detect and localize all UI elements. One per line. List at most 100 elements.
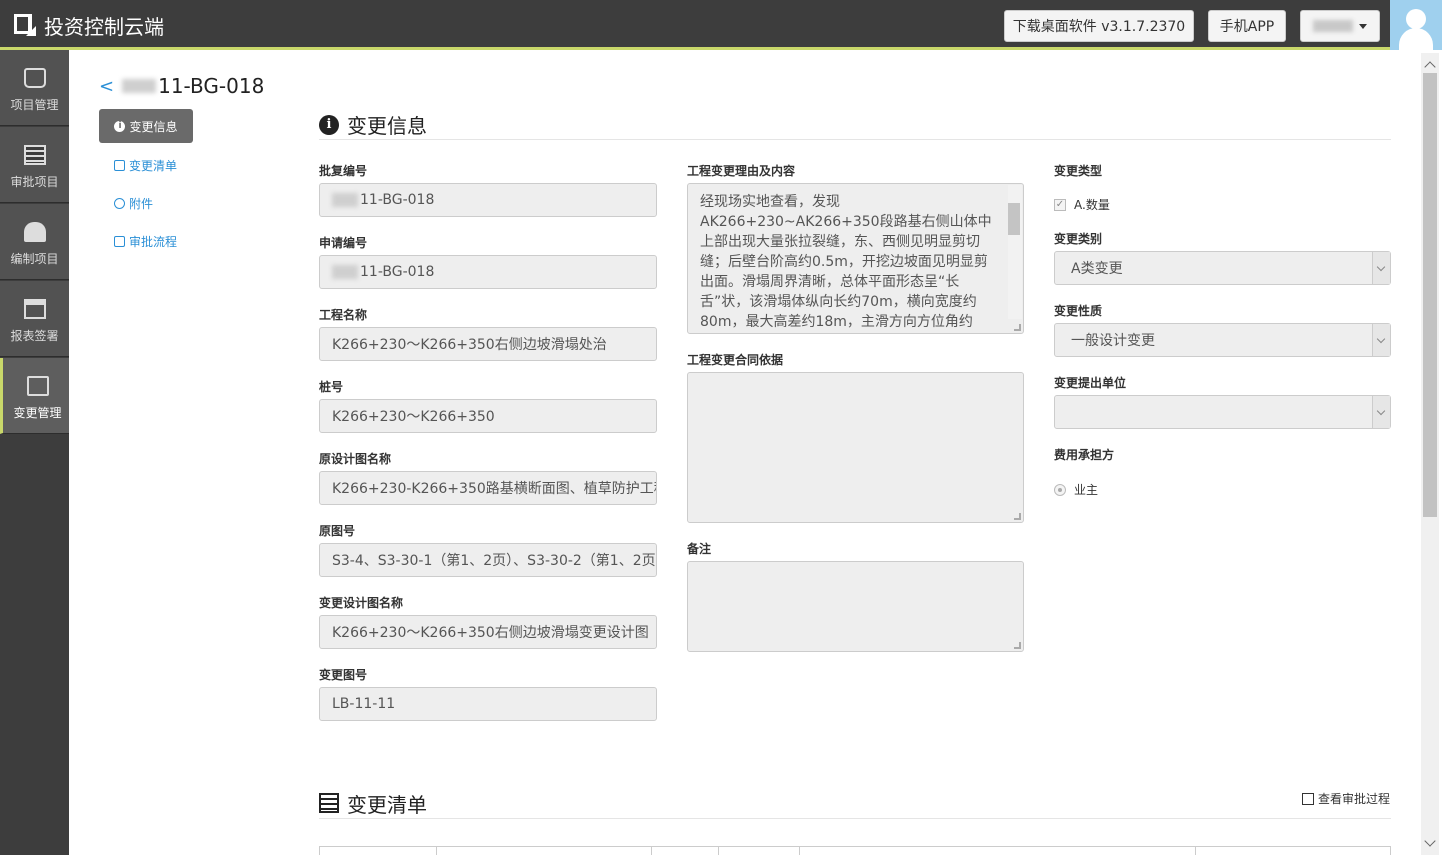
change-nature-value: 一般设计变更 [1071,333,1155,349]
checkbox-icon[interactable] [1302,792,1314,805]
user-menu-button[interactable] [1300,10,1380,42]
reason-label: 工程变更理由及内容 [687,164,796,178]
view-audit-process-toggle[interactable]: 查看审批过程 [1302,790,1390,807]
resize-handle-icon[interactable] [1014,324,1021,331]
chevron-down-icon [1372,396,1390,428]
change-type-label: 变更类型 [1054,164,1103,178]
change-category-value: A类变更 [1071,261,1123,277]
download-desktop-button[interactable]: 下载桌面软件 v3.1.7.2370 [1004,10,1194,42]
clipboard-check-icon [27,376,49,396]
back-chevron-icon[interactable]: < [99,76,114,97]
scroll-up-icon[interactable] [1424,61,1436,73]
application-no-label: 申请编号 [319,236,368,250]
orig-drawing-name-label: 原设计图名称 [319,452,392,466]
subnav-change-info[interactable]: i 变更信息 [99,109,193,143]
change-drawing-no-input[interactable]: LB-11-11 [319,687,657,721]
info-icon: i [114,120,126,132]
nav-label: 变更管理 [13,406,62,420]
redacted-prefix [332,193,358,207]
remarks-textarea[interactable] [687,561,1024,652]
nav-label: 编制项目 [10,252,59,266]
textarea-scrollbar[interactable] [1008,185,1022,319]
check-square-icon [114,236,125,247]
change-nature-select[interactable]: 一般设计变更 [1054,323,1391,357]
project-name-label: 工程名称 [319,308,368,322]
scrollbar-thumb[interactable] [1423,73,1437,517]
resize-handle-icon[interactable] [1014,642,1021,649]
contract-basis-textarea[interactable] [687,372,1024,523]
cloud-upload-icon [24,222,46,242]
radio-selected-icon[interactable] [1054,483,1066,496]
user-name-redacted [1313,20,1353,32]
subnav-label: 附件 [129,197,154,211]
subnav-approval-flow[interactable]: 审批流程 [114,233,177,250]
nav-label: 审批项目 [10,175,59,189]
scroll-down-icon[interactable] [1424,835,1436,847]
application-no-value: 11-BG-018 [360,264,435,280]
app-title: 投资控制云端 [44,14,164,39]
change-drawing-name-label: 变更设计图名称 [319,596,404,610]
subnav-attachments[interactable]: 附件 [114,195,153,212]
nav-label: 项目管理 [10,98,59,112]
audit-toggle-label: 查看审批过程 [1318,792,1391,806]
nav-item-compile-projects[interactable]: 编制项目 [0,204,69,280]
nav-item-project-management[interactable]: 项目管理 [0,50,69,126]
checkbox-checked-icon[interactable]: ✓ [1054,198,1066,211]
section-title: 变更清单 [347,792,427,817]
station-input[interactable]: K266+230～K266+350 [319,399,657,433]
approval-no-value: 11-BG-018 [360,192,435,208]
proposing-unit-label: 变更提出单位 [1054,376,1127,390]
approval-no-input[interactable]: 11-BG-018 [319,183,657,217]
logo-icon [14,14,36,36]
subnav-label: 变更信息 [129,119,178,134]
change-type-option-a[interactable]: ✓ A.数量 [1054,196,1110,213]
left-nav: 项目管理 审批项目 编制项目 报表签署 变更管理 [0,50,69,855]
chevron-down-icon [1372,324,1390,356]
reason-textarea[interactable]: 经现场实地查看，发现AK266+230~AK266+350段路基右侧山体中上部出… [687,183,1024,334]
orig-drawing-name-input[interactable]: K266+230-K266+350路基横断面图、植草防护工程 [319,471,657,505]
brand[interactable]: 投资控制云端 [14,13,164,39]
nav-label: 报表签署 [10,329,59,343]
application-no-input[interactable]: 11-BG-018 [319,255,657,289]
change-category-label: 变更类别 [1054,232,1103,246]
section-change-info-heading: i 变更信息 [319,110,1391,140]
chevron-down-icon [1372,252,1390,284]
orig-drawing-no-input[interactable]: S3-4、S3-30-1（第1、2页）、S3-30-2（第1、2页） [319,543,657,577]
change-drawing-no-label: 变更图号 [319,668,368,682]
subnav-label: 变更清单 [129,159,178,173]
section-title: 变更信息 [347,114,427,138]
project-name-input[interactable]: K266+230～K266+350右侧边坡滑塌处治 [319,327,657,361]
change-category-select[interactable]: A类变更 [1054,251,1391,285]
change-type-option-label: A.数量 [1074,198,1110,212]
cost-bearer-option-owner[interactable]: 业主 [1054,481,1098,498]
station-label: 桩号 [319,380,344,394]
redacted-prefix [332,265,358,279]
page-title-text: 11-BG-018 [158,74,265,98]
cost-bearer-option-label: 业主 [1074,483,1099,497]
subnav-change-list[interactable]: 变更清单 [114,157,177,174]
proposing-unit-select[interactable] [1054,395,1391,429]
print-icon [24,299,46,319]
mobile-app-button[interactable]: 手机APP [1208,10,1286,42]
contract-basis-label: 工程变更合同依据 [687,353,784,367]
change-list-table-header [319,846,1391,855]
list-icon [319,793,339,813]
nav-item-report-signing[interactable]: 报表签署 [0,281,69,357]
orig-drawing-no-label: 原图号 [319,524,356,538]
paperclip-icon [114,198,125,209]
top-bar: 投资控制云端 下载桌面软件 v3.1.7.2370 手机APP [0,0,1442,50]
nav-item-change-management[interactable]: 变更管理 [0,358,69,434]
page-scrollbar[interactable] [1421,53,1439,855]
remarks-label: 备注 [687,542,712,556]
change-nature-label: 变更性质 [1054,304,1103,318]
avatar[interactable] [1390,0,1442,50]
change-drawing-name-input[interactable]: K266+230～K266+350右侧边坡滑塌变更设计图 [319,615,657,649]
caret-down-icon [1359,23,1367,29]
cost-bearer-label: 费用承担方 [1054,448,1115,462]
subnav-label: 审批流程 [129,235,178,249]
checklist-icon [24,145,46,165]
nav-item-approval-projects[interactable]: 审批项目 [0,127,69,203]
section-change-list-heading: 变更清单 [319,788,1391,819]
page-title: < 11-BG-018 [99,74,264,98]
resize-handle-icon[interactable] [1014,513,1021,520]
